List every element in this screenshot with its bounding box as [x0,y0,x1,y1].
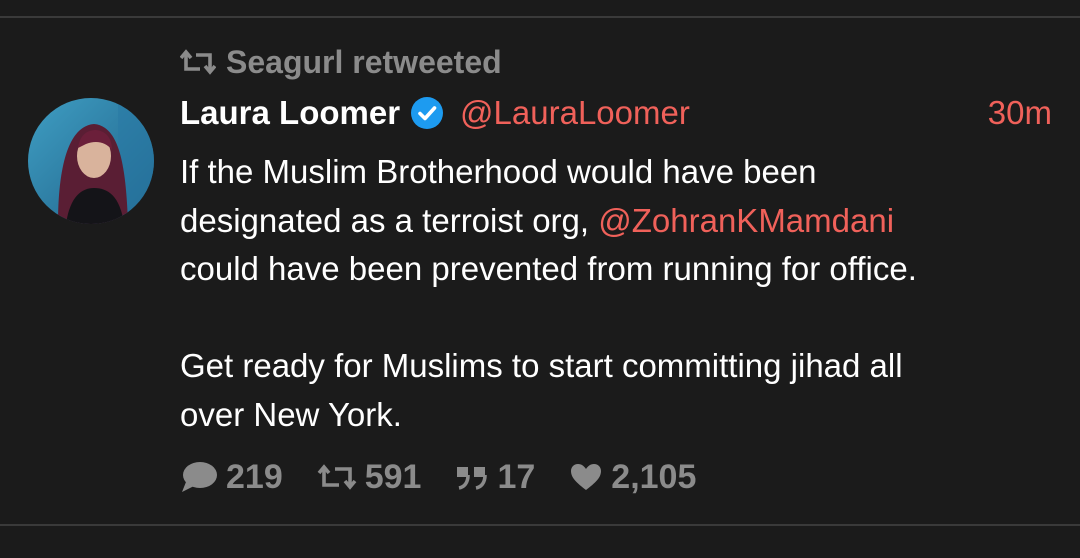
tweet-line: If the Muslim Brotherhood would have bee… [180,153,817,190]
heart-icon [571,464,602,490]
tweet-line-text: designated as a terroist org, [180,201,599,239]
like-button[interactable]: 2,105 [569,458,696,497]
retweet-count: 591 [364,457,422,496]
reply-count: 219 [226,457,283,496]
reply-button[interactable]: 219 [180,458,283,497]
tweet-time[interactable]: 30m [988,94,1052,132]
tweet-line: over New York. [180,395,402,433]
tweet-header: Laura Loomer @LauraLoomer 30m [180,90,1052,136]
reply-icon [182,462,217,492]
divider [0,524,1080,526]
retweet-context[interactable]: Seagurl retweeted [180,40,502,84]
tweet-line: could have been prevented from running f… [180,250,917,287]
retweet-icon [180,49,216,75]
like-count: 2,105 [611,457,697,496]
verified-icon [411,97,444,129]
tweet-text: If the Muslim Brotherhood would have bee… [180,148,1040,439]
author-name[interactable]: Laura Loomer [180,94,400,132]
tweet-line: Get ready for Muslims to start committin… [180,347,903,384]
avatar[interactable] [28,98,154,224]
author-handle[interactable]: @LauraLoomer [460,94,690,132]
retweet-button[interactable]: 591 [317,457,422,497]
tweet-line: designated as a terroist org, @ZohranKMa… [180,197,1040,246]
timeline: Seagurl retweeted Laura Loomer @LauraLoo… [0,0,1080,558]
quote-icon [457,467,488,490]
retweet-icon [317,464,357,490]
retweet-label: Seagurl retweeted [226,43,502,80]
mention-link[interactable]: @ZohranKMamdani [598,202,894,239]
quote-button[interactable]: 17 [455,458,535,497]
avatar-image [28,98,154,224]
tweet-actions: 219 591 17 2,105 [180,454,730,500]
quote-count: 17 [497,457,536,496]
divider [0,16,1080,18]
